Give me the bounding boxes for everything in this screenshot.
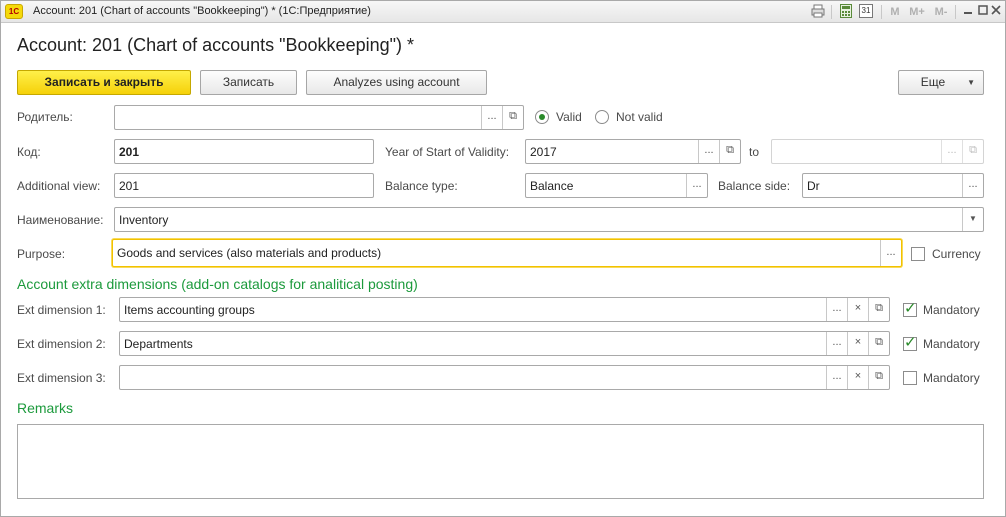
additional-view-label: Additional view: <box>17 179 101 193</box>
choose-balance-type-icon[interactable]: ... <box>686 174 707 197</box>
print-icon[interactable] <box>809 4 827 20</box>
mandatory-2-checkbox[interactable]: ✓ <box>903 335 917 351</box>
minimize-icon[interactable] <box>961 4 975 20</box>
open-year-end-icon[interactable]: ⧉ <box>962 140 983 163</box>
clear-dimension-1-icon[interactable]: × <box>847 298 868 321</box>
calculator-icon[interactable] <box>837 4 855 20</box>
choose-dimension-1-icon[interactable]: ... <box>826 298 847 321</box>
balance-side-value: Dr <box>807 179 820 193</box>
choose-year-end-icon[interactable]: ... <box>941 140 962 163</box>
year-end-field[interactable]: ... ⧉ <box>771 139 984 164</box>
currency-checkbox[interactable] <box>911 247 925 261</box>
ext-dimension-1-field[interactable]: Items accounting groups ... × ⧉ <box>119 297 890 322</box>
remarks-textarea[interactable] <box>17 424 984 499</box>
memory-m-button[interactable]: M <box>888 4 902 20</box>
clear-dimension-3-icon[interactable]: × <box>847 366 868 389</box>
ext-dimension-3-label: Ext dimension 3: <box>17 371 106 385</box>
to-label: to <box>749 145 760 159</box>
valid-radio[interactable] <box>535 110 549 124</box>
mandatory-2-label: Mandatory <box>923 337 980 351</box>
balance-side-field[interactable]: Dr ... <box>802 173 984 198</box>
maximize-icon[interactable] <box>977 4 989 20</box>
choose-balance-side-icon[interactable]: ... <box>962 174 983 197</box>
choose-year-icon[interactable]: ... <box>698 140 719 163</box>
mandatory-3-checkbox[interactable] <box>903 371 917 385</box>
analyzes-button[interactable]: Analyzes using account <box>306 70 487 95</box>
code-value: 201 <box>119 145 140 159</box>
open-year-icon[interactable]: ⧉ <box>719 140 740 163</box>
app-logo: 1С <box>5 4 23 19</box>
save-button[interactable]: Записать <box>200 70 297 95</box>
balance-type-label: Balance type: <box>385 179 458 193</box>
choose-purpose-icon[interactable]: ... <box>880 240 901 266</box>
calendar-icon[interactable]: 31 <box>859 4 877 20</box>
ext-dimension-3-field[interactable]: ... × ⧉ <box>119 365 890 390</box>
year-start-field[interactable]: 2017 ... ⧉ <box>525 139 741 164</box>
year-start-value: 2017 <box>530 145 557 159</box>
purpose-label: Purpose: <box>17 247 66 261</box>
purpose-value: Goods and services (also materials and p… <box>117 246 382 260</box>
not-valid-label: Not valid <box>616 110 663 124</box>
ext-dimension-1-value: Items accounting groups <box>124 303 255 317</box>
memory-plus-button[interactable]: M+ <box>907 4 927 20</box>
more-button[interactable]: Еще ▼ <box>898 70 984 95</box>
parent-field[interactable]: ... ⧉ <box>114 105 524 130</box>
balance-type-field[interactable]: Balance ... <box>525 173 708 198</box>
currency-label: Currency <box>932 247 981 261</box>
title-bar: 1С Account: 201 (Chart of accounts "Book… <box>1 1 1005 23</box>
year-start-label: Year of Start of Validity: <box>385 145 510 159</box>
purpose-field[interactable]: Goods and services (also materials and p… <box>112 239 902 267</box>
code-label: Код: <box>17 145 41 159</box>
ext-dimension-1-label: Ext dimension 1: <box>17 303 106 317</box>
open-dimension-3-icon[interactable]: ⧉ <box>868 366 889 389</box>
name-dropdown-icon[interactable]: ▼ <box>962 208 983 231</box>
parent-label: Родитель: <box>17 110 73 124</box>
ext-dimension-2-field[interactable]: Departments ... × ⧉ <box>119 331 890 356</box>
open-parent-icon[interactable]: ⧉ <box>502 106 523 129</box>
choose-dimension-2-icon[interactable]: ... <box>826 332 847 355</box>
chevron-down-icon: ▼ <box>967 78 975 87</box>
memory-minus-button[interactable]: M- <box>931 4 951 20</box>
clear-dimension-2-icon[interactable]: × <box>847 332 868 355</box>
dimensions-section-title: Account extra dimensions (add-on catalog… <box>17 276 418 292</box>
mandatory-1-checkbox[interactable]: ✓ <box>903 301 917 317</box>
open-dimension-2-icon[interactable]: ⧉ <box>868 332 889 355</box>
valid-label: Valid <box>556 110 582 124</box>
name-value: Inventory <box>119 213 169 227</box>
ext-dimension-2-label: Ext dimension 2: <box>17 337 106 351</box>
choose-parent-icon[interactable]: ... <box>481 106 502 129</box>
name-field[interactable]: Inventory ▼ <box>114 207 984 232</box>
additional-view-field[interactable]: 201 <box>114 173 374 198</box>
ext-dimension-2-value: Departments <box>124 337 193 351</box>
save-and-close-button[interactable]: Записать и закрыть <box>17 70 191 95</box>
more-label: Еще <box>920 75 946 89</box>
not-valid-radio[interactable] <box>595 110 609 124</box>
balance-side-label: Balance side: <box>718 179 791 193</box>
remarks-title: Remarks <box>17 400 74 416</box>
additional-view-value: 201 <box>119 179 140 193</box>
calendar-day: 31 <box>859 4 873 18</box>
close-icon[interactable] <box>990 4 1002 20</box>
window-title: Account: 201 (Chart of accounts "Bookkee… <box>33 5 371 17</box>
choose-dimension-3-icon[interactable]: ... <box>826 366 847 389</box>
mandatory-1-label: Mandatory <box>923 303 980 317</box>
app-window: 1С Account: 201 (Chart of accounts "Book… <box>0 0 1006 517</box>
form-title: Account: 201 (Chart of accounts "Bookkee… <box>17 35 415 55</box>
name-label: Наименование: <box>17 213 104 227</box>
code-field[interactable]: 201 <box>114 139 374 164</box>
open-dimension-1-icon[interactable]: ⧉ <box>868 298 889 321</box>
balance-type-value: Balance <box>530 179 574 193</box>
mandatory-3-label: Mandatory <box>923 371 980 385</box>
